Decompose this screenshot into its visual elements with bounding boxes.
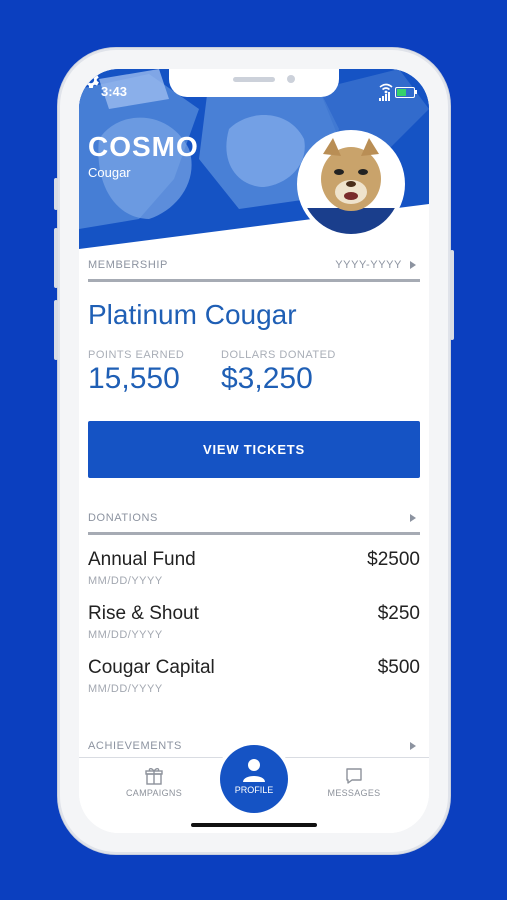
app-screen: 3:43 COSMO Cougar MEMBERSHIP YYYY-YYYY P… <box>79 69 429 833</box>
status-icons <box>379 83 417 101</box>
tab-campaigns[interactable]: CAMPAIGNS <box>109 766 199 798</box>
tab-campaigns-label: CAMPAIGNS <box>125 788 183 798</box>
list-item[interactable]: Annual Fund MM/DD/YYYY $2500 <box>88 549 420 593</box>
donations-section-header[interactable]: DONATIONS <box>88 512 420 535</box>
chevron-right-icon <box>410 514 416 523</box>
volume-down-button <box>54 300 58 360</box>
view-tickets-button[interactable]: VIEW TICKETS <box>88 421 420 478</box>
chevron-right-icon <box>410 742 416 751</box>
membership-label: MEMBERSHIP <box>88 259 168 271</box>
list-item[interactable]: Rise & Shout MM/DD/YYYY $250 <box>88 603 420 647</box>
donation-amount: $2500 <box>367 549 420 570</box>
donations-label: DONATIONS <box>88 512 158 524</box>
membership-section-header[interactable]: MEMBERSHIP YYYY-YYYY <box>88 259 420 282</box>
chat-icon <box>346 768 362 784</box>
donation-date: MM/DD/YYYY <box>88 683 163 695</box>
donation-date: MM/DD/YYYY <box>88 629 163 641</box>
status-time: 3:43 <box>101 84 128 99</box>
points-value: 15,550 <box>88 362 180 395</box>
donation-name: Cougar Capital <box>88 657 215 678</box>
donation-name: Annual Fund <box>88 549 196 570</box>
membership-range-selector[interactable]: YYYY-YYYY <box>335 259 416 271</box>
mascot-photo <box>301 134 401 234</box>
achievements-label: ACHIEVEMENTS <box>88 740 182 752</box>
person-icon <box>243 759 265 782</box>
donation-amount: $250 <box>377 603 420 624</box>
list-item[interactable]: Cougar Capital MM/DD/YYYY $500 <box>88 657 420 701</box>
battery-icon <box>395 86 417 98</box>
avatar[interactable] <box>297 130 405 238</box>
membership-range-label: YYYY-YYYY <box>335 259 402 271</box>
front-camera <box>287 75 295 83</box>
donation-date: MM/DD/YYYY <box>88 575 163 587</box>
tab-messages[interactable]: MESSAGES <box>309 766 399 798</box>
donation-name: Rise & Shout <box>88 603 199 624</box>
dollars-value: $3,250 <box>221 362 313 395</box>
membership-tier: Platinum Cougar <box>88 299 297 330</box>
achievements-more[interactable] <box>402 740 416 752</box>
donations-more[interactable] <box>402 512 416 524</box>
points-label: POINTS EARNED <box>88 349 185 361</box>
donation-amount: $500 <box>377 657 420 678</box>
tab-profile[interactable]: PROFILE <box>220 745 288 813</box>
chevron-right-icon <box>410 261 416 270</box>
profile-subtitle: Cougar <box>88 165 131 180</box>
profile-name: COSMO <box>88 131 199 162</box>
mute-switch <box>54 178 58 210</box>
dollars-label: DOLLARS DONATED <box>221 349 336 361</box>
power-button <box>450 250 454 340</box>
volume-up-button <box>54 228 58 288</box>
tab-messages-label: MESSAGES <box>327 788 381 798</box>
gear-icon[interactable] <box>79 69 101 91</box>
speaker-grille <box>233 77 275 82</box>
notch <box>169 69 339 97</box>
gift-icon <box>145 768 163 785</box>
home-indicator[interactable] <box>191 823 317 827</box>
tab-profile-label: PROFILE <box>234 785 274 795</box>
wifi-icon <box>379 83 393 94</box>
